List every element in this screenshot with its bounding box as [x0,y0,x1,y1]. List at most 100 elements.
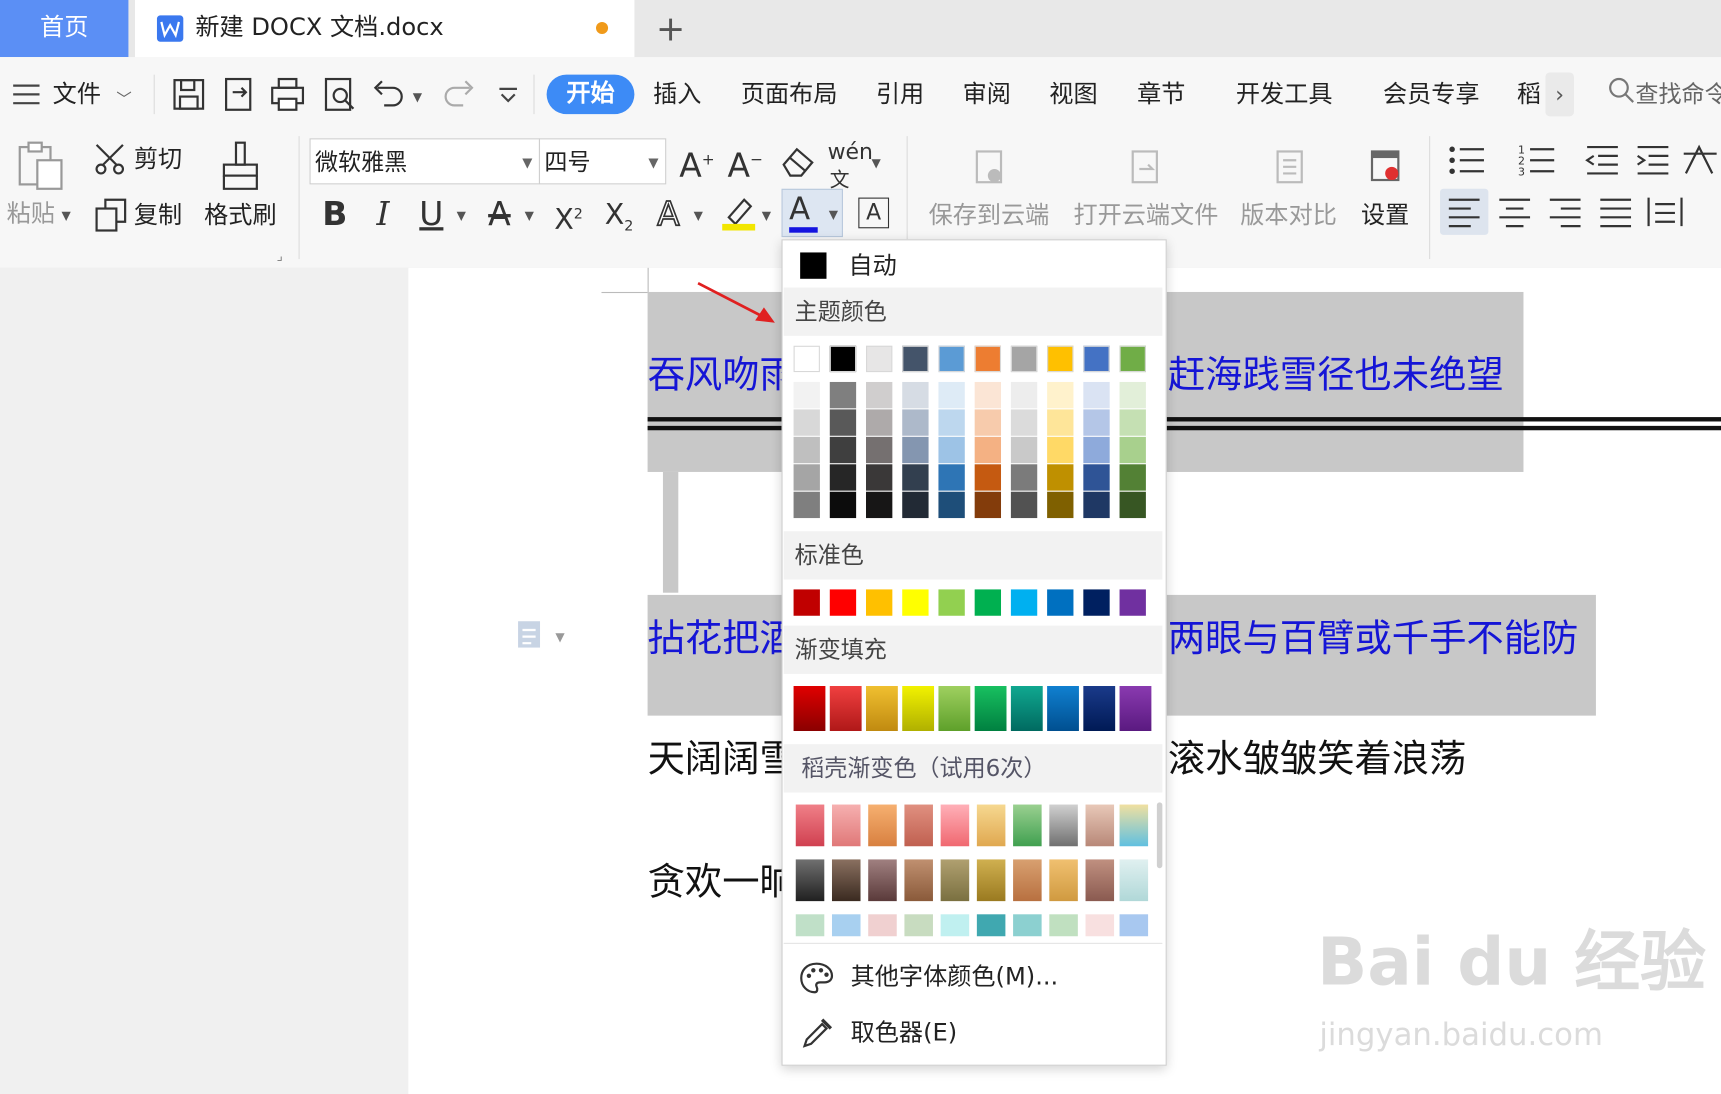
highlight-dropdown-icon[interactable]: ▼ [762,209,771,223]
premium-gradient-swatch[interactable] [940,804,970,847]
theme-color-swatch[interactable] [829,345,857,373]
premium-gradient-swatch[interactable] [831,859,861,902]
standard-color-swatch[interactable] [1119,589,1146,616]
undo-icon[interactable] [369,75,409,115]
theme-shade-swatch[interactable] [974,436,1002,464]
undo-dropdown-icon[interactable]: ▼ [413,90,422,104]
premium-gradient-swatch[interactable] [795,859,825,902]
copy-icon[interactable] [94,198,127,233]
premium-gradient-swatch[interactable] [1013,804,1042,847]
menu-references[interactable]: 引用 [876,79,924,112]
premium-gradient-swatch[interactable] [868,859,897,902]
gradient-swatch[interactable] [866,686,898,732]
theme-shade-swatch[interactable] [1010,436,1038,464]
theme-shade-swatch[interactable] [1047,436,1074,464]
scissors-icon[interactable] [94,143,129,176]
increase-indent-icon[interactable] [1633,143,1670,178]
theme-shade-swatch[interactable] [1119,464,1146,491]
gradient-swatch[interactable] [1119,686,1152,732]
cloud-open-icon[interactable] [1126,149,1163,186]
premium-gradient-swatch[interactable] [1085,804,1115,847]
theme-shade-swatch[interactable] [902,464,929,491]
premium-gradient-swatch[interactable] [831,914,861,937]
premium-gradient-swatch[interactable] [831,804,861,847]
theme-shade-swatch[interactable] [902,491,929,519]
gradient-swatch[interactable] [938,686,971,732]
underline-icon[interactable]: U [413,193,450,237]
theme-shade-swatch[interactable] [1047,409,1074,436]
shrink-font-icon[interactable]: A− [727,138,764,188]
theme-color-swatch[interactable] [1047,345,1074,373]
standard-color-swatch[interactable] [866,589,893,616]
theme-shade-swatch[interactable] [938,436,965,464]
theme-color-swatch[interactable] [974,345,1002,373]
redo-icon[interactable] [439,75,479,115]
premium-gradient-swatch[interactable] [795,804,825,847]
menu-member[interactable]: 会员专享 [1383,79,1480,112]
underline-dropdown-icon[interactable]: ▼ [457,209,466,223]
standard-color-swatch[interactable] [793,589,820,616]
premium-gradient-swatch[interactable] [1119,859,1149,902]
copy-button[interactable]: 复制 [134,201,182,232]
dropdown-scrollbar[interactable] [1156,802,1163,869]
theme-shade-swatch[interactable] [1010,491,1038,519]
menu-section[interactable]: 章节 [1137,79,1185,112]
gradient-swatch[interactable] [1010,686,1043,732]
premium-gradient-swatch[interactable] [904,859,933,902]
font-color-dropdown-icon[interactable]: ▼ [829,207,838,221]
theme-color-swatch[interactable] [938,345,965,373]
theme-shade-swatch[interactable] [902,381,929,409]
gradient-swatch[interactable] [1083,686,1116,732]
justify-icon[interactable] [1596,193,1636,230]
phonetic-guide-icon[interactable]: wén [828,140,873,162]
save-to-cloud-button[interactable]: 保存到云端 [929,201,1050,232]
theme-shade-swatch[interactable] [1083,381,1110,409]
theme-shade-swatch[interactable] [829,491,857,519]
premium-gradient-swatch[interactable] [1049,804,1078,847]
strikethrough-icon[interactable]: A [481,193,518,237]
premium-gradient-swatch[interactable] [795,914,825,937]
standard-color-swatch[interactable] [1047,589,1074,616]
theme-shade-swatch[interactable] [793,409,820,436]
premium-gradient-swatch[interactable] [868,804,897,847]
print-icon[interactable] [268,75,308,115]
theme-color-swatch[interactable] [866,345,893,373]
theme-shade-swatch[interactable] [1047,464,1074,491]
theme-color-swatch[interactable] [793,345,820,373]
text-effect-icon[interactable]: A [650,193,687,237]
theme-shade-swatch[interactable] [1083,409,1110,436]
theme-shade-swatch[interactable] [938,464,965,491]
theme-shade-swatch[interactable] [1010,381,1038,409]
open-cloud-file-button[interactable]: 打开云端文件 [1073,201,1218,232]
theme-color-swatch[interactable] [1119,345,1146,373]
standard-color-swatch[interactable] [1010,589,1038,616]
align-right-icon[interactable] [1545,193,1585,230]
premium-gradient-swatch[interactable] [1049,859,1078,902]
theme-shade-swatch[interactable] [902,436,929,464]
font-size-select[interactable]: 四号 ▼ [538,138,667,185]
menu-start[interactable]: 开始 [546,74,635,115]
theme-shade-swatch[interactable] [1119,409,1146,436]
clipboard-expand-icon[interactable]: ⌟ [277,248,283,263]
premium-gradient-swatch[interactable] [868,914,897,937]
font-name-select[interactable]: 微软雅黑 ▼ [309,138,541,185]
gradient-swatch[interactable] [1047,686,1079,732]
font-color-button[interactable]: A ▼ [781,188,843,238]
theme-shade-swatch[interactable] [829,381,857,409]
theme-shade-swatch[interactable] [1119,491,1146,519]
more-tabs-button[interactable]: › [1545,72,1574,117]
theme-shade-swatch[interactable] [1119,436,1146,464]
theme-shade-swatch[interactable] [866,381,893,409]
theme-shade-swatch[interactable] [866,491,893,519]
theme-shade-swatch[interactable] [829,464,857,491]
premium-gradient-swatch[interactable] [940,914,970,937]
theme-shade-swatch[interactable] [974,491,1002,519]
premium-gradient-swatch[interactable] [976,914,1006,937]
grow-font-icon[interactable]: A+ [678,138,715,188]
eyedropper-option[interactable]: 取色器(E) [851,1017,958,1050]
standard-color-swatch[interactable] [974,589,1002,616]
theme-shade-swatch[interactable] [829,409,857,436]
paragraph-handle-icon[interactable] [516,619,545,650]
premium-gradient-swatch[interactable] [976,804,1006,847]
theme-shade-swatch[interactable] [1083,436,1110,464]
